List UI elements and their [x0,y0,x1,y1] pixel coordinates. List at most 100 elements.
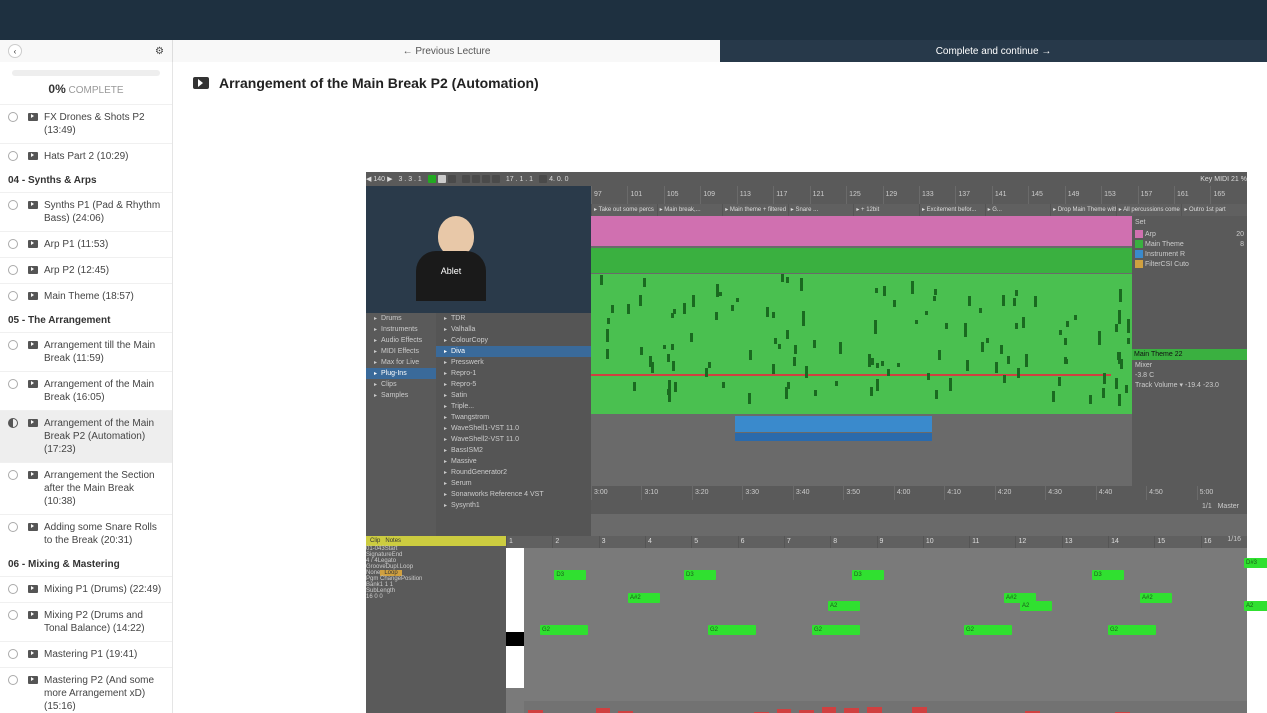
completion-circle-icon [8,584,18,594]
lesson-label: Mastering P1 (19:41) [44,648,143,661]
lesson-label: Arrangement of the Main Break (16:05) [44,378,172,404]
lesson-label: Adding some Snare Rolls to the Break (20… [44,521,172,547]
lesson-item[interactable]: Mastering P1 (19:41) [0,641,172,667]
video-icon [28,585,38,593]
lesson-label: Arp P1 (11:53) [44,238,114,251]
video-icon [28,152,38,160]
video-icon [28,523,38,531]
section-header: 05 - The Arrangement [0,309,172,332]
velocity-lane[interactable] [524,701,1247,713]
completion-circle-icon [8,649,18,659]
completion-circle-icon [8,239,18,249]
app-topbar [0,0,1267,40]
midi-note[interactable]: G2 [1108,625,1156,635]
course-sidebar[interactable]: 0% COMPLETE FX Drones & Shots P2 (13:49)… [0,62,173,713]
completion-circle-icon [8,675,18,685]
completion-circle-icon [8,418,18,428]
lesson-label: Hats Part 2 (10:29) [44,150,134,163]
lesson-label: Main Theme (18:57) [44,290,140,303]
completion-circle-icon [8,200,18,210]
lesson-item[interactable]: Main Theme (18:57) [0,283,172,309]
midi-clip-editor[interactable]: Clip Notes 01-043Start SignatureEnd 4 / … [366,536,1247,713]
midi-note[interactable]: G2 [540,625,588,635]
midi-note[interactable]: A2 [1244,601,1267,611]
video-icon [28,380,38,388]
complete-continue-button[interactable]: Complete and continue → [720,40,1267,62]
daw-transport-bar[interactable]: ◀140▶ 3 . 3 . 1 17 . 1 . 1 4. 0. 0 KeyMI… [366,172,1247,186]
completion-circle-icon [8,522,18,532]
clip-properties-panel[interactable]: Clip Notes 01-043Start SignatureEnd 4 / … [366,536,506,713]
video-icon [28,292,38,300]
video-icon [28,113,38,121]
video-icon [28,676,38,684]
previous-lecture-button[interactable]: ← Previous Lecture [173,40,720,62]
midi-note[interactable]: A#2 [628,593,660,603]
lesson-item[interactable]: Adding some Snare Rolls to the Break (20… [0,514,172,553]
completion-circle-icon [8,151,18,161]
midi-note[interactable]: G2 [812,625,860,635]
track-mixer-panel[interactable]: SetArp20Main Theme8Instrument RFilterCSI… [1132,216,1247,486]
completion-circle-icon [8,610,18,620]
lesson-item[interactable]: Arp P1 (11:53) [0,231,172,257]
midi-note[interactable]: A2 [828,601,860,611]
lesson-item[interactable]: Mixing P1 (Drums) (22:49) [0,576,172,602]
lesson-label: Mastering P2 (And some more Arrangement … [44,674,172,713]
lesson-label: Arrangement of the Main Break P2 (Automa… [44,417,172,456]
lesson-item[interactable]: Hats Part 2 (10:29) [0,143,172,169]
completion-circle-icon [8,340,18,350]
record-icon[interactable] [448,175,456,183]
lecture-navbar: ‹ ⚙ ← Previous Lecture Complete and cont… [0,40,1267,62]
settings-icon[interactable]: ⚙ [155,46,164,57]
daw-browser[interactable]: ▸Drums▸Instruments▸Audio Effects▸MIDI Ef… [366,313,591,538]
lesson-label: Arrangement till the Main Break (11:59) [44,339,172,365]
lesson-label: Mixing P1 (Drums) (22:49) [44,583,167,596]
midi-note[interactable]: A2 [1020,601,1052,611]
lesson-item[interactable]: Arp P2 (12:45) [0,257,172,283]
lesson-item[interactable]: Arrangement till the Main Break (11:59) [0,332,172,371]
arrangement-tracks[interactable]: SetArp20Main Theme8Instrument RFilterCSI… [591,216,1247,486]
midi-note[interactable]: D3 [852,570,884,580]
bar-ruler[interactable]: 9710110510911311712112512913313714114514… [591,186,1247,204]
instructor-webcam: Ablet [366,186,591,313]
lesson-label: Synths P1 (Pad & Rhythm Bass) (24:06) [44,199,172,225]
video-icon [28,471,38,479]
progress-indicator: 0% COMPLETE [0,62,172,104]
lesson-label: Arp P2 (12:45) [44,264,115,277]
lesson-item[interactable]: Arrangement of the Main Break (16:05) [0,371,172,410]
midi-note[interactable]: G2 [964,625,1012,635]
section-header: 06 - Mixing & Mastering [0,553,172,576]
video-icon [28,419,38,427]
lesson-label: Arrangement the Section after the Main B… [44,469,172,508]
video-icon [28,341,38,349]
midi-note[interactable]: D3 [684,570,716,580]
completion-circle-icon [8,470,18,480]
video-icon [28,611,38,619]
lesson-item[interactable]: Arrangement of the Main Break P2 (Automa… [0,410,172,462]
midi-note[interactable]: D#3 [1244,558,1267,568]
midi-note[interactable]: D3 [1092,570,1124,580]
lesson-item[interactable]: Synths P1 (Pad & Rhythm Bass) (24:06) [0,192,172,231]
lesson-label: Mixing P2 (Drums and Tonal Balance) (14:… [44,609,172,635]
arrangement-markers[interactable]: ▸ Take out some percs▸ Main break,...▸ M… [591,204,1247,216]
midi-note[interactable]: D3 [554,570,586,580]
completion-circle-icon [8,112,18,122]
completion-circle-icon [8,291,18,301]
main-content: Arrangement of the Main Break P2 (Automa… [173,62,1267,713]
midi-note[interactable]: A#2 [1140,593,1172,603]
daw-screenshot[interactable]: ◀140▶ 3 . 3 . 1 17 . 1 . 1 4. 0. 0 KeyMI… [366,172,1247,703]
lesson-item[interactable]: Mixing P2 (Drums and Tonal Balance) (14:… [0,602,172,641]
lesson-item[interactable]: Arrangement the Section after the Main B… [0,462,172,514]
play-icon[interactable] [428,175,436,183]
piano-roll-keys[interactable] [506,548,524,688]
beat-ruler[interactable]: 12345678910111213141516 [506,536,1247,548]
section-header: 04 - Synths & Arps [0,169,172,192]
video-icon [28,266,38,274]
lesson-label: FX Drones & Shots P2 (13:49) [44,111,172,137]
midi-note[interactable]: G2 [708,625,756,635]
lesson-item[interactable]: FX Drones & Shots P2 (13:49) [0,104,172,143]
completion-circle-icon [8,379,18,389]
back-button[interactable]: ‹ [8,44,22,58]
stop-icon[interactable] [438,175,446,183]
lesson-item[interactable]: Mastering P2 (And some more Arrangement … [0,667,172,713]
time-ruler: 3:003:103:203:303:403:504:004:104:204:30… [591,486,1247,500]
